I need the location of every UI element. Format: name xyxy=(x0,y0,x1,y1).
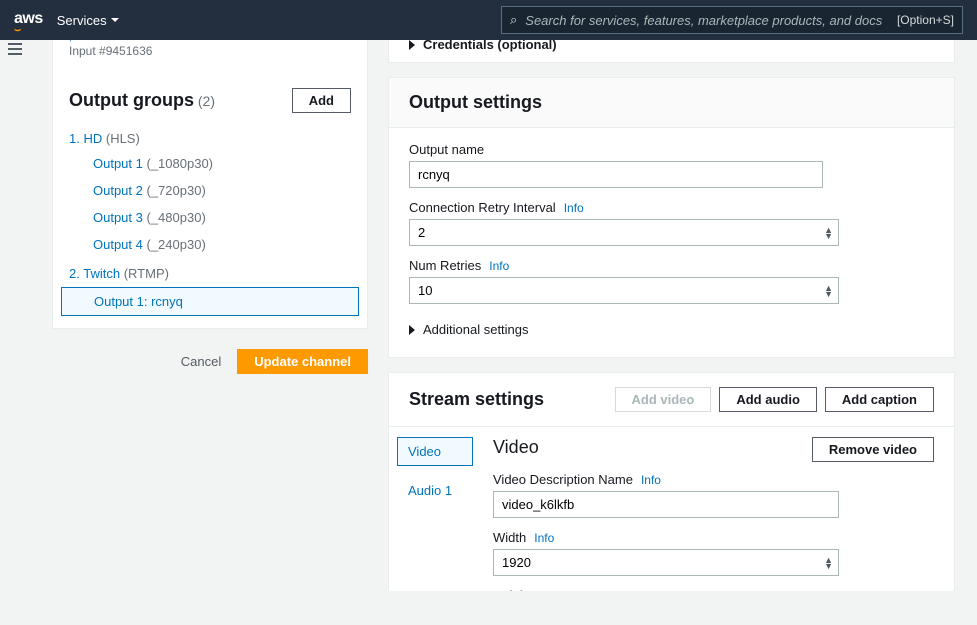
services-menu[interactable]: Services xyxy=(57,13,119,28)
add-output-group-button[interactable]: Add xyxy=(292,88,351,113)
height-label: Height xyxy=(493,588,531,591)
stream-settings-title: Stream settings xyxy=(409,389,544,410)
video-desc-name-input[interactable] xyxy=(493,491,839,518)
output-settings-header: Output settings xyxy=(389,78,954,128)
output-groups-title: Output groups (2) xyxy=(69,90,215,111)
number-stepper[interactable]: ▲▼ xyxy=(824,557,833,569)
add-caption-button[interactable]: Add caption xyxy=(825,387,934,412)
search-wrap: ⌕ [Option+S] xyxy=(501,6,963,34)
output-item[interactable]: Output 2 (_720p30) xyxy=(53,177,367,204)
search-input[interactable] xyxy=(525,13,889,28)
input-id: Input #9451636 xyxy=(53,44,367,74)
search-icon: ⌕ xyxy=(510,12,517,28)
output-item[interactable]: Output 4 (_240p30) xyxy=(53,231,367,258)
info-link[interactable]: Info xyxy=(641,473,661,487)
output-group-twitch[interactable]: 2. Twitch (RTMP) xyxy=(53,258,367,285)
output-item-selected[interactable]: Output 1: rcnyq xyxy=(61,287,359,316)
form-actions: Cancel Update channel xyxy=(52,329,368,374)
retry-interval-input[interactable] xyxy=(409,219,839,246)
info-link[interactable]: Info xyxy=(539,589,559,591)
output-settings-panel: Output settings Output name Connection R… xyxy=(388,77,955,358)
info-link[interactable]: Info xyxy=(489,259,509,273)
caret-down-icon xyxy=(111,18,119,22)
remove-video-button[interactable]: Remove video xyxy=(812,437,934,462)
credentials-panel: Credentials (optional) xyxy=(388,40,955,63)
output-item[interactable]: Output 3 (_480p30) xyxy=(53,204,367,231)
output-name-label: Output name xyxy=(409,142,934,157)
tab-video[interactable]: Video xyxy=(397,437,473,466)
output-item[interactable]: Output 1 (_1080p30) xyxy=(53,150,367,177)
info-link[interactable]: Info xyxy=(564,201,584,215)
side-panel-toggle[interactable] xyxy=(6,46,24,52)
hamburger-icon xyxy=(8,48,22,50)
output-group-hd[interactable]: 1. HD (HLS) xyxy=(53,123,367,150)
update-channel-button[interactable]: Update channel xyxy=(237,349,368,374)
width-input[interactable] xyxy=(493,549,839,576)
retry-interval-label: Connection Retry Interval xyxy=(409,200,556,215)
credentials-toggle[interactable]: Credentials (optional) xyxy=(389,40,954,62)
number-stepper[interactable]: ▲▼ xyxy=(824,285,833,297)
search-kbd-hint: [Option+S] xyxy=(897,13,954,27)
chevron-right-icon xyxy=(409,325,415,335)
add-audio-button[interactable]: Add audio xyxy=(719,387,817,412)
output-name-input[interactable] xyxy=(409,161,823,188)
tab-audio-1[interactable]: Audio 1 xyxy=(397,476,473,505)
num-retries-input[interactable] xyxy=(409,277,839,304)
num-retries-label: Num Retries xyxy=(409,258,481,273)
add-video-button: Add video xyxy=(615,387,712,412)
cancel-button[interactable]: Cancel xyxy=(181,354,221,369)
number-stepper[interactable]: ▲▼ xyxy=(824,227,833,239)
stream-tabs: Video Audio 1 xyxy=(389,427,481,591)
chevron-right-icon xyxy=(409,40,415,50)
input-attachment-link[interactable]: pre-recorded-content xyxy=(53,40,367,44)
info-link[interactable]: Info xyxy=(534,531,554,545)
aws-logo[interactable]: aws ⌣ xyxy=(14,10,43,30)
top-nav: aws ⌣ Services ⌕ [Option+S] xyxy=(0,0,977,40)
additional-settings-toggle[interactable]: Additional settings xyxy=(409,316,934,343)
video-heading: Video xyxy=(493,437,539,458)
stream-settings-panel: Stream settings Add video Add audio Add … xyxy=(388,372,955,591)
left-panel: pre-recorded-content Input #9451636 Outp… xyxy=(52,40,368,329)
video-desc-name-label: Video Description Name xyxy=(493,472,633,487)
width-label: Width xyxy=(493,530,526,545)
